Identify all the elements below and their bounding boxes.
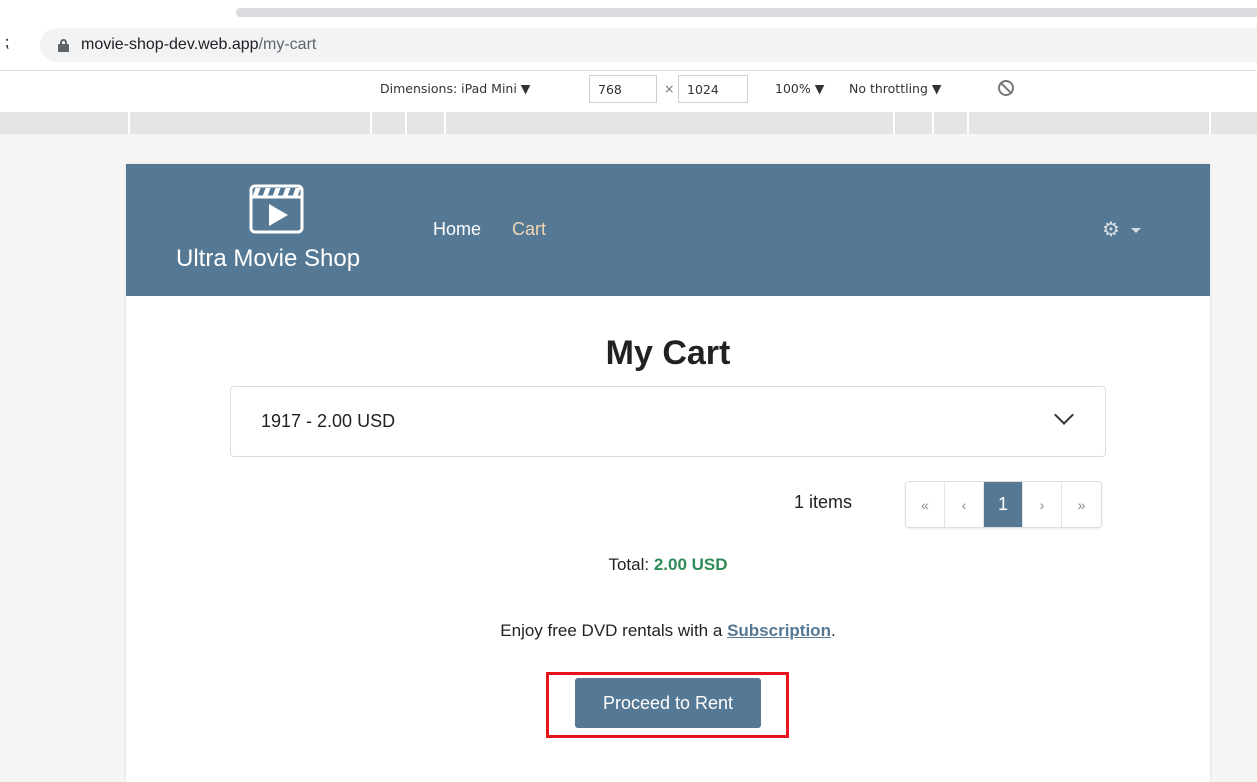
cart-item-accordion[interactable]: 1917 - 2.00 USD (230, 386, 1106, 457)
cart-total: Total: 2.00 USD (126, 555, 1210, 575)
times-sign: × (664, 81, 675, 96)
pager-page-1[interactable]: 1 (984, 482, 1023, 527)
zoom-select[interactable]: 100% ▼ (775, 81, 824, 96)
total-label: Total: (608, 555, 650, 574)
height-input[interactable]: 1024 (678, 75, 748, 103)
subscription-link[interactable]: Subscription (727, 621, 831, 640)
navbar: Ultra Movie Shop Home Cart ⚙ (126, 164, 1210, 296)
device-toolbar: Dimensions: iPad Mini ▼ 768 × 1024 100% … (0, 70, 1257, 110)
page-title: My Cart (605, 334, 731, 372)
total-amount: 2.00 USD (653, 555, 728, 574)
media-query-bar (0, 112, 1257, 134)
lock-icon (58, 38, 69, 52)
subscription-promo: Enjoy free DVD rentals with a Subscripti… (126, 621, 1210, 641)
throttling-select[interactable]: No throttling ▼ (849, 81, 942, 96)
chevron-down-icon[interactable] (1054, 405, 1074, 425)
nav-link-cart[interactable]: Cart (512, 219, 546, 240)
items-count: 1 items (794, 492, 853, 512)
promo-period: . (830, 621, 836, 640)
sidebar-grip-icon: ⁏ (4, 34, 10, 51)
promo-text: Enjoy free DVD rentals with a (500, 621, 723, 640)
nav-link-home[interactable]: Home (433, 219, 481, 240)
brand-name[interactable]: Ultra Movie Shop (176, 245, 360, 273)
pager-prev[interactable]: ‹ (945, 482, 984, 527)
rotate-icon[interactable] (998, 80, 1014, 96)
dimensions-select[interactable]: Dimensions: iPad Mini ▼ (380, 81, 530, 96)
emulated-page: Ultra Movie Shop Home Cart ⚙ My Cart 191… (126, 164, 1210, 782)
address-bar[interactable]: movie-shop-dev.web.app/my-cart (40, 28, 1257, 62)
pagination: « ‹ 1 › » (905, 481, 1102, 528)
tab-strip (236, 8, 1257, 17)
gear-icon[interactable]: ⚙ (1102, 220, 1120, 240)
chevron-down-icon[interactable] (1131, 228, 1141, 233)
clapperboard-icon (249, 184, 304, 234)
url-text: movie-shop-dev.web.app/my-cart (81, 36, 317, 53)
width-input[interactable]: 768 (589, 75, 657, 103)
cart-item-label: 1917 - 2.00 USD (261, 411, 396, 431)
pager-last[interactable]: » (1062, 482, 1101, 527)
proceed-to-rent-button[interactable]: Proceed to Rent (575, 678, 761, 728)
pager-first[interactable]: « (906, 482, 945, 527)
pager-next[interactable]: › (1023, 482, 1062, 527)
